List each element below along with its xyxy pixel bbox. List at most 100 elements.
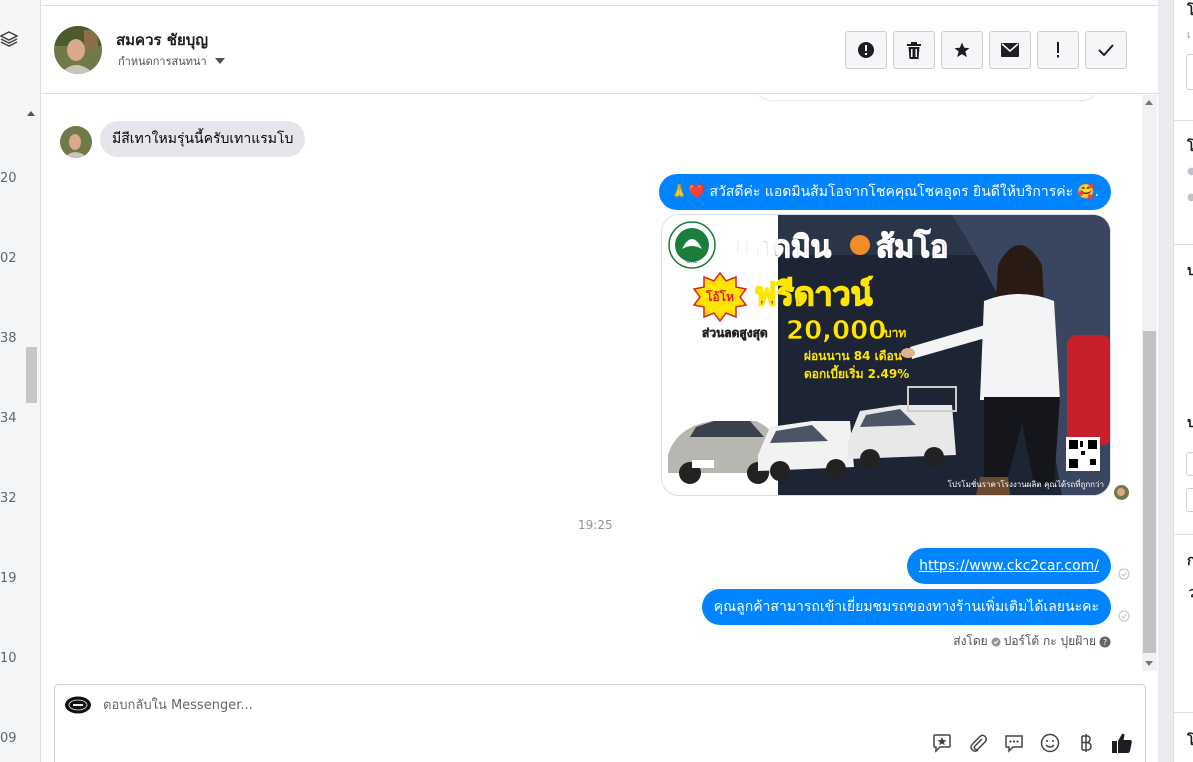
layers-icon[interactable] bbox=[0, 30, 18, 48]
check-icon bbox=[1098, 44, 1114, 56]
greeting-emoji: 🙏❤️ bbox=[670, 184, 706, 200]
caret-down-icon bbox=[214, 58, 225, 64]
scroll-up-arrow[interactable] bbox=[1145, 100, 1153, 105]
scroll-down-arrow[interactable] bbox=[1145, 661, 1153, 666]
thread-scrollbar-thumb[interactable] bbox=[1143, 331, 1156, 653]
report-button[interactable] bbox=[845, 31, 887, 69]
star-icon bbox=[954, 42, 970, 58]
scroll-up-arrow[interactable] bbox=[27, 111, 35, 116]
message-timestamp: 19:25 bbox=[578, 518, 613, 532]
promo-image-attachment[interactable]: CKC แอดมิน ส้มโอ โอ้โห ฟรีดาวน์ ส่วนลดสู… bbox=[661, 214, 1111, 496]
attach-button[interactable] bbox=[967, 732, 989, 754]
page-avatar bbox=[65, 696, 91, 714]
panel-dot-glyph: ● bbox=[1187, 166, 1193, 177]
outgoing-greeting-message: 🙏❤️ สวัสดีค่ะ แอดมินส้มโอจากโชคคุณโชคอุด… bbox=[658, 174, 1111, 210]
star-button[interactable] bbox=[941, 31, 983, 69]
list-item-number: 20 bbox=[0, 171, 17, 186]
panel-input-edge[interactable] bbox=[1186, 488, 1193, 512]
list-item-number: 19 bbox=[0, 571, 17, 586]
panel-heading-glyph: ป bbox=[1187, 263, 1193, 279]
promo-discount-label: ส่วนลดสูงสุด bbox=[702, 326, 768, 341]
greeting-emoji-end: 🥰. bbox=[1077, 184, 1099, 200]
assign-label: กำหนดการสนทนา bbox=[118, 55, 207, 68]
saved-reply-icon bbox=[933, 734, 951, 753]
reply-input[interactable] bbox=[103, 695, 703, 715]
svg-text:?: ? bbox=[1103, 638, 1107, 647]
panel-input-edge[interactable] bbox=[1186, 54, 1193, 90]
thread-scrollbar[interactable] bbox=[1142, 95, 1157, 671]
chat-bubbles-icon bbox=[1005, 735, 1023, 753]
promo-free-down: ฟรีดาวน์ bbox=[754, 275, 873, 313]
sent-by-label: ส่งโดย bbox=[953, 634, 988, 648]
emoji-button[interactable] bbox=[1039, 732, 1061, 754]
sent-status-icon bbox=[1118, 568, 1130, 580]
paperclip-icon bbox=[970, 734, 987, 752]
seen-avatar bbox=[1114, 485, 1129, 500]
sent-by-info: ส่งโดย ปอร์โต้ กะ ปุยฝ้าย ? bbox=[953, 632, 1111, 651]
promo-discount-value: 20,000 bbox=[786, 316, 886, 346]
assign-conversation-dropdown[interactable]: กำหนดการสนทนา bbox=[118, 52, 225, 70]
baht-icon bbox=[1081, 734, 1092, 752]
sent-status-icon bbox=[1118, 610, 1130, 622]
payment-button[interactable] bbox=[1075, 732, 1097, 754]
list-item-number: 34 bbox=[0, 411, 17, 426]
promo-image: CKC แอดมิน ส้มโอ โอ้โห ฟรีดาวน์ ส่วนลดสู… bbox=[662, 215, 1110, 495]
details-panel-edge: โ เ โ ● ● ป ป ก ว โ bbox=[1173, 0, 1193, 762]
contact-avatar-small bbox=[60, 126, 92, 158]
header-actions bbox=[845, 31, 1127, 69]
delete-button[interactable] bbox=[893, 31, 935, 69]
sent-by-name: ปอร์โต้ กะ ปุยฝ้าย bbox=[1003, 634, 1096, 648]
like-button[interactable] bbox=[1111, 732, 1133, 754]
promo-installment: ผ่อนนาน 84 เดือน bbox=[804, 349, 903, 363]
right-gutter bbox=[1158, 0, 1173, 762]
conversation-header: สมควร ชัยบุญ กำหนดการสนทนา bbox=[42, 6, 1158, 94]
message-composer bbox=[54, 684, 1146, 762]
list-item-number: 09 bbox=[0, 731, 17, 746]
quick-replies-button[interactable] bbox=[1003, 732, 1025, 754]
alert-circle-icon bbox=[858, 42, 874, 58]
panel-caption-glyph: เ bbox=[1187, 30, 1191, 41]
panel-divider bbox=[1174, 712, 1193, 713]
panel-heading-glyph: ก bbox=[1187, 553, 1193, 569]
previous-message-bubble bbox=[754, 95, 1100, 101]
avatar[interactable] bbox=[54, 26, 102, 74]
message-thread: มีสีเทาใหมรุ่นนี้ครับเทาแรมโบ 🙏❤️ สวัสดี… bbox=[42, 95, 1140, 671]
promo-interest: ดอกเบี้ยเริ่ม 2.49% bbox=[804, 364, 909, 381]
thumbs-up-icon bbox=[1112, 733, 1132, 753]
panel-divider bbox=[1174, 534, 1193, 535]
list-item-number: 32 bbox=[0, 491, 17, 506]
panel-dot-glyph: ● bbox=[1187, 192, 1193, 203]
panel-divider bbox=[1174, 244, 1193, 245]
panel-divider bbox=[1174, 120, 1193, 121]
outgoing-followup-message: คุณลูกค้าสามารถเข้าเยี่ยมชมรถของทางร้านเ… bbox=[701, 589, 1111, 625]
help-icon[interactable]: ? bbox=[1099, 636, 1111, 648]
list-item-number: 10 bbox=[0, 651, 17, 666]
contact-name: สมควร ชัยบุญ bbox=[116, 31, 209, 49]
trash-icon bbox=[907, 41, 921, 59]
mark-unread-button[interactable] bbox=[989, 31, 1031, 69]
saved-reply-button[interactable] bbox=[931, 732, 953, 754]
exclamation-icon bbox=[1057, 42, 1059, 58]
list-item-number: 02 bbox=[0, 251, 17, 266]
mark-important-button[interactable] bbox=[1037, 31, 1079, 69]
promo-badge: โอ้โห bbox=[705, 289, 734, 304]
website-link[interactable]: https://www.ckc2car.com/ bbox=[919, 548, 1099, 584]
panel-heading-glyph: โ bbox=[1187, 733, 1193, 749]
mark-done-button[interactable] bbox=[1085, 31, 1127, 69]
promo-headline: แอดมิน bbox=[734, 230, 832, 265]
greeting-text: สวัสดีค่ะ แอดมินส้มโอจากโชคคุณโชคอุดร ยิ… bbox=[709, 184, 1074, 200]
outgoing-link-message: https://www.ckc2car.com/ bbox=[907, 548, 1111, 584]
promo-headline-2: ส้มโอ bbox=[876, 228, 948, 265]
list-scrollbar-thumb[interactable] bbox=[26, 347, 37, 403]
verified-icon bbox=[991, 637, 1001, 646]
emoji-icon bbox=[1040, 733, 1060, 753]
panel-text-glyph: ว bbox=[1187, 582, 1193, 604]
incoming-message: มีสีเทาใหมรุ่นนี้ครับเทาแรมโบ bbox=[100, 121, 306, 157]
panel-heading-glyph: โ bbox=[1187, 139, 1193, 155]
conversation-list-edge: 20 02 38 34 32 19 10 09 bbox=[0, 0, 41, 762]
envelope-icon bbox=[1001, 43, 1019, 57]
panel-input-edge[interactable] bbox=[1186, 452, 1193, 476]
list-item-number: 38 bbox=[0, 331, 17, 346]
promo-footer: โปรโมชั่นราคาโรงงานผลิต คุณได้รถที่ถูกกว… bbox=[948, 478, 1104, 490]
promo-discount-unit: บาท bbox=[884, 326, 906, 340]
